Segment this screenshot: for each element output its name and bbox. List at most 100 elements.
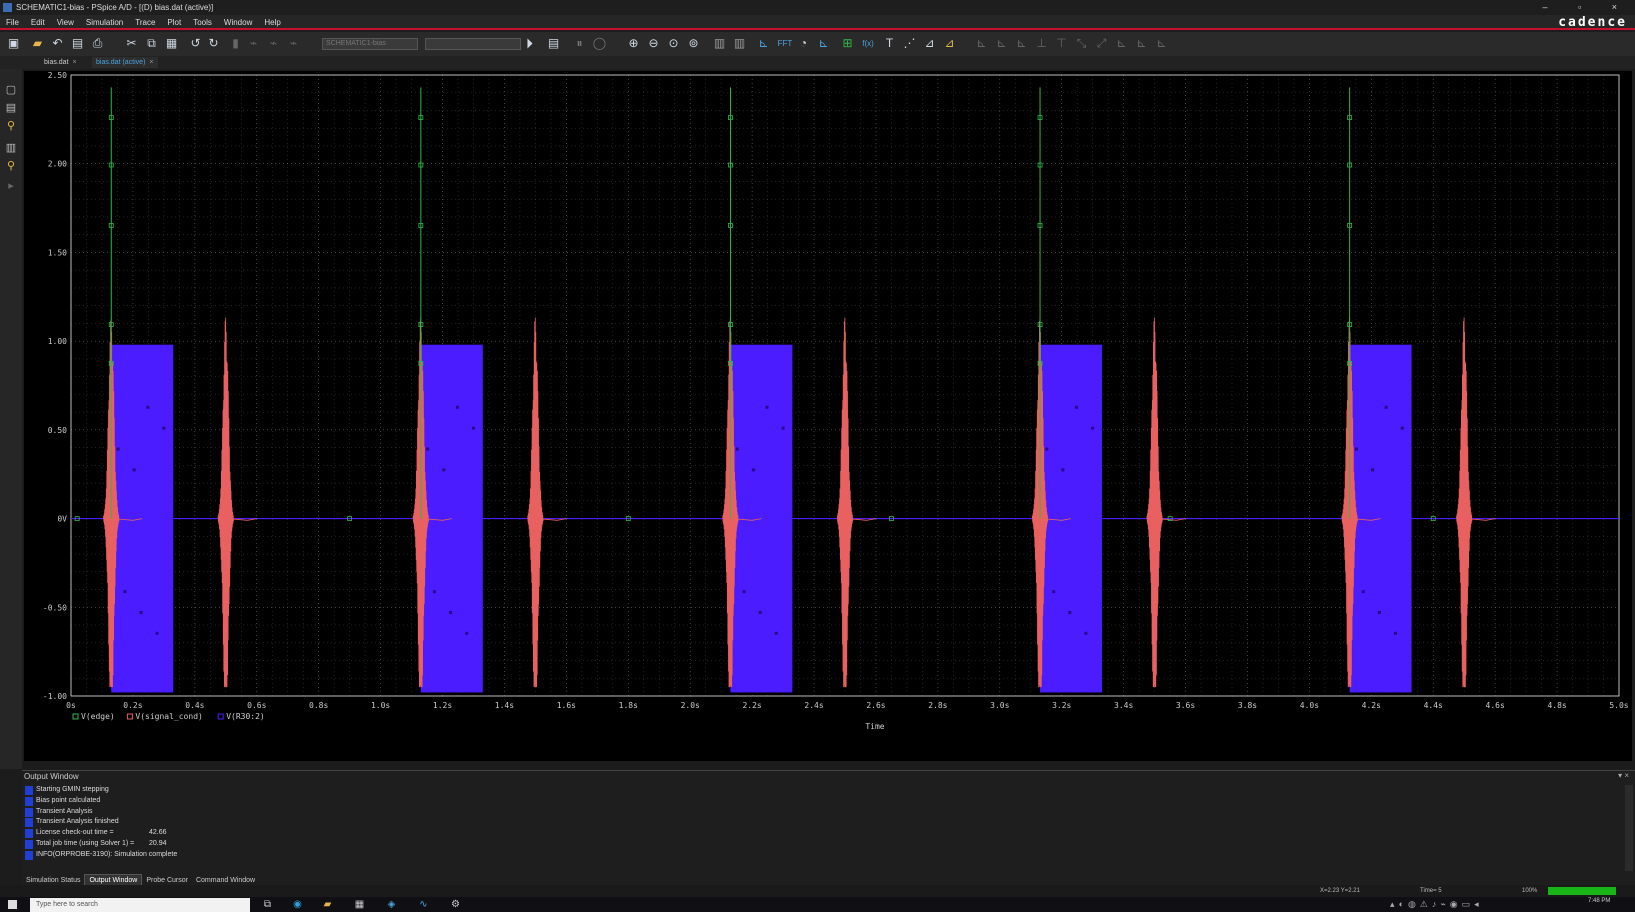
output-window-controls[interactable]: ▾ ×: [1618, 771, 1629, 780]
capture-app-icon[interactable]: ◈: [386, 899, 397, 910]
close-icon[interactable]: ×: [73, 59, 77, 66]
add-trace-icon[interactable]: ⊞: [840, 36, 855, 51]
print-icon[interactable]: ⎙: [90, 36, 105, 51]
performance-icon[interactable]: ◔: [796, 36, 811, 51]
cursor-next-icon[interactable]: ⊤: [1054, 36, 1069, 51]
taskbar-clock[interactable]: 7:48 PM: [1588, 897, 1610, 905]
output-log: Starting GMIN stepping Bias point calcula…: [24, 785, 1624, 861]
menu-simulation[interactable]: Simulation: [80, 15, 129, 30]
taskbar-search-input[interactable]: Type here to search: [30, 898, 250, 912]
redo-icon[interactable]: ↻: [206, 36, 221, 51]
new-file-icon[interactable]: ▣: [6, 36, 21, 51]
stack-icon[interactable]: ▥: [4, 141, 18, 155]
menu-trace[interactable]: Trace: [129, 15, 161, 30]
mark-all-icon[interactable]: ⊾: [1154, 36, 1169, 51]
cadence-logo: cadence: [1558, 15, 1627, 30]
output-line-text: Bias point calculated: [36, 796, 101, 804]
edge-browser-icon[interactable]: ◉: [292, 899, 303, 910]
probe-power-icon[interactable]: ⌁: [286, 36, 301, 51]
cut-icon[interactable]: ✂: [124, 36, 139, 51]
cursor-max-icon[interactable]: ⊾: [1014, 36, 1029, 51]
x-tick-label: 2.6s: [866, 701, 885, 710]
zoom-in-icon[interactable]: ⊕: [626, 36, 641, 51]
settings-gear-icon[interactable]: ⚙: [450, 899, 461, 910]
open-folder-icon[interactable]: ▰: [30, 36, 45, 51]
cursor-peak-icon[interactable]: ⊿: [922, 36, 937, 51]
menu-edit[interactable]: Edit: [25, 15, 51, 30]
cursor-min-icon[interactable]: ⊾: [994, 36, 1009, 51]
run-icon[interactable]: ⏵: [522, 36, 537, 51]
fft-button[interactable]: FFT: [774, 36, 796, 51]
probe-icon[interactable]: ⌁: [246, 36, 261, 51]
windows-start-icon[interactable]: [8, 900, 17, 909]
menu-window[interactable]: Window: [218, 15, 258, 30]
series-r30-marker: [1400, 426, 1404, 430]
paste-plot-icon[interactable]: ▥: [732, 36, 747, 51]
tab-bias-dat[interactable]: bias.dat ×: [40, 57, 81, 68]
paste-icon[interactable]: ▦: [164, 36, 179, 51]
stop-icon[interactable]: ◯: [592, 36, 607, 51]
x-tick-label: 2.0s: [681, 701, 700, 710]
probe-wizard-icon[interactable]: ⚲: [4, 119, 18, 133]
window-controls[interactable]: – ▫ ×: [1543, 0, 1631, 15]
save-icon[interactable]: ▤: [70, 36, 85, 51]
undo-icon[interactable]: ↺: [188, 36, 203, 51]
tab-bias-dat-active[interactable]: bias.dat (active) ×: [92, 57, 158, 68]
close-icon[interactable]: ×: [149, 59, 153, 66]
file-explorer-icon[interactable]: ▰: [322, 899, 333, 910]
cursor-trough-icon[interactable]: ⊿: [942, 36, 957, 51]
marker-icon[interactable]: ▮: [228, 36, 243, 51]
waveform-chart[interactable]: 2.50 2.00 1.50 1.00 0.50 0V -0.50 -1.000s 0.2s 0.…: [24, 71, 1632, 761]
eval-button[interactable]: f(x): [858, 36, 878, 51]
menu-view[interactable]: View: [51, 15, 80, 30]
copy-icon[interactable]: ⧉: [144, 36, 159, 51]
menu-tools[interactable]: Tools: [187, 15, 218, 30]
system-tray-icons[interactable]: ▴◐◍⚠♪⌁◉▭◂: [1390, 897, 1483, 912]
series-r30-marker: [471, 426, 475, 430]
cursor-search-icon[interactable]: ⤡: [1074, 36, 1089, 51]
series-r30-marker: [132, 468, 136, 472]
zoom-area-icon[interactable]: ⊙: [666, 36, 681, 51]
profile-select[interactable]: SCHEMATIC1-bias: [322, 38, 418, 50]
series-r30-block: [1349, 344, 1412, 693]
cursor-point-icon[interactable]: ⊥: [1034, 36, 1049, 51]
cursor-toggle-icon[interactable]: ⋰: [902, 36, 917, 51]
probe-plot-window[interactable]: 2.50 2.00 1.50 1.00 0.50 0V -0.50 -1.00 0s 0.2s 0.…: [24, 71, 1632, 761]
page-icon[interactable]: ▢: [4, 83, 18, 97]
menu-help[interactable]: Help: [258, 15, 286, 30]
window-title: SCHEMATIC1-bias - PSpice A/D - [(D) bias…: [16, 3, 214, 12]
output-line: Starting GMIN stepping: [24, 785, 1624, 796]
mark-data-icon[interactable]: ⊾: [1134, 36, 1149, 51]
series-r30-marker: [1068, 610, 1072, 614]
log-y-icon[interactable]: ⊾: [816, 36, 831, 51]
undo-disabled-icon[interactable]: ↶: [50, 36, 65, 51]
play-icon[interactable]: ▸: [4, 179, 18, 193]
clock-time: 7:48 PM: [1588, 898, 1611, 904]
store-icon[interactable]: ▦: [354, 899, 365, 910]
zoom-out-icon[interactable]: ⊖: [646, 36, 661, 51]
output-scrollbar[interactable]: [1625, 785, 1633, 871]
text-label-icon[interactable]: T: [882, 36, 897, 51]
pause-icon[interactable]: ⏸: [572, 36, 587, 51]
output-window-title: Output Window: [24, 772, 79, 781]
menu-file[interactable]: File: [0, 15, 25, 30]
probe-settings-icon[interactable]: ⚲: [4, 159, 18, 173]
cursor-slope-icon[interactable]: ⊾: [974, 36, 989, 51]
zoom-fit-icon[interactable]: ⊚: [686, 36, 701, 51]
series-r30-block: [111, 344, 174, 693]
save-data-icon[interactable]: ▤: [546, 36, 561, 51]
series-r30-marker: [139, 610, 143, 614]
x-tick-label: 1.6s: [557, 701, 576, 710]
series-r30-marker: [1052, 590, 1056, 594]
document-icon[interactable]: ▤: [4, 101, 18, 115]
series-r30-marker: [735, 447, 739, 451]
mark-label-icon[interactable]: ⊾: [1114, 36, 1129, 51]
probe-current-icon[interactable]: ⌁: [266, 36, 281, 51]
menu-plot[interactable]: Plot: [161, 15, 187, 30]
cursor-transition-icon[interactable]: ⤢: [1094, 36, 1109, 51]
pspice-app-icon[interactable]: ∿: [418, 899, 429, 910]
copy-plot-icon[interactable]: ▥: [712, 36, 727, 51]
task-view-icon[interactable]: ⧉: [262, 899, 273, 910]
log-x-icon[interactable]: ⊾: [756, 36, 771, 51]
series-r30-marker: [742, 590, 746, 594]
